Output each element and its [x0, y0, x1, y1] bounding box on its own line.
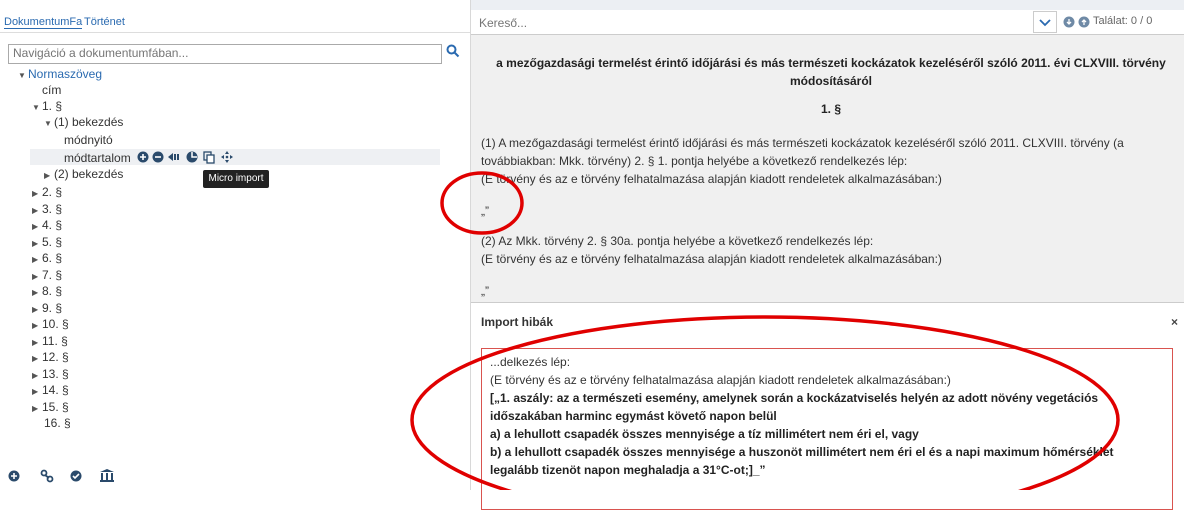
tab-dokumentumfa[interactable]: DokumentumFa — [4, 16, 83, 29]
node-action-buttons — [137, 150, 257, 164]
nav-search-box — [8, 44, 442, 64]
tree-node-section-label: 11. § — [42, 333, 68, 348]
tree-node-section-label: 13. § — [42, 366, 69, 381]
paragraph-1-line2: továbbiakban: Mkk. törvény) 2. § 1. pont… — [481, 154, 908, 168]
hit-counter: Találat: 0 / 0 — [1093, 15, 1153, 27]
paragraph-2-line2: (E törvény és az e törvény felhatalmazás… — [481, 252, 942, 266]
remove-circle-icon[interactable] — [152, 151, 164, 163]
split-icon[interactable] — [186, 151, 198, 163]
tab-tortenet[interactable]: Történet — [84, 16, 125, 28]
tree-node-section[interactable]: ▶ 14. § — [32, 382, 69, 398]
caret-down-icon: ▼ — [44, 119, 52, 128]
document-title-line1: a mezőgazdasági termelést érintő időjárá… — [496, 56, 1166, 70]
check-icon[interactable] — [70, 470, 82, 482]
next-hit-icon[interactable] — [1078, 16, 1090, 28]
tree-node-root[interactable]: ▼ Normaszöveg — [18, 66, 102, 82]
tree-node-section-label: 8. § — [42, 284, 63, 298]
left-panel: DokumentumFa Történet ▼Normaszöveg cím ▼… — [0, 0, 471, 490]
import-errors-panel: Import hibák × ...delkezés lép: (E törvé… — [471, 302, 1184, 510]
tree-node-section-label: 9. § — [42, 300, 63, 315]
search-nav-buttons — [1063, 16, 1090, 28]
tree-node-section[interactable]: ▶ 4. § — [32, 217, 62, 233]
tree-node-section[interactable]: ▶ 5. § — [32, 234, 62, 250]
error-line: időszakában harminc egymást követő napon… — [490, 409, 777, 423]
error-line: b) a lehullott csapadék összes mennyiség… — [490, 445, 1114, 459]
import-errors-title: Import hibák — [481, 315, 554, 329]
search-bar: Találat: 0 / 0 — [471, 10, 1184, 35]
search-input[interactable] — [477, 13, 1021, 33]
tree-node-section[interactable]: ▶ 8. § — [32, 283, 62, 299]
tree-node-par2[interactable]: ▶ (2) bekezdés — [44, 166, 123, 182]
tree-node-cim[interactable]: cím — [42, 82, 61, 98]
tree-node-section-label: 15. § — [42, 399, 69, 414]
tree-node-section-label: 6. § — [42, 251, 63, 265]
tree-node-section-label: 4. § — [42, 218, 63, 232]
error-line: (E törvény és az e törvény felhatalmazás… — [490, 373, 951, 387]
section-heading: 1. § — [820, 102, 841, 116]
move-icon[interactable] — [221, 151, 233, 163]
document-title: a mezőgazdasági termelést érintő időjárá… — [481, 54, 1181, 90]
document-view: a mezőgazdasági termelést érintő időjárá… — [481, 44, 1181, 300]
tree-node-section[interactable]: ▶ 2. § — [32, 184, 62, 200]
caret-down-icon: ▼ — [32, 103, 40, 112]
right-panel: Találat: 0 / 0 a mezőgazdasági termelést… — [471, 10, 1184, 510]
tree-node-section[interactable]: ▶ 6. § — [32, 250, 62, 266]
tree-node-section[interactable]: ▶ 13. § — [32, 366, 69, 382]
tree-node-section-label: 12. § — [42, 350, 69, 364]
error-line: a) a lehullott csapadék összes mennyiség… — [490, 427, 919, 441]
tree-node-section[interactable]: 16. § — [44, 415, 71, 431]
search-icon[interactable] — [446, 44, 460, 58]
tree-node-section-label: 7. § — [42, 267, 63, 282]
error-line: legalább tizenöt napon meghaladja a 31°C… — [490, 463, 766, 477]
paragraph-1-line1: (1) A mezőgazdasági termelést érintő idő… — [481, 136, 1124, 150]
tree-node-section[interactable]: ▶ 7. § — [32, 267, 62, 283]
close-icon[interactable]: × — [1171, 315, 1178, 329]
prev-hit-icon[interactable] — [1063, 16, 1075, 28]
add-icon[interactable] — [8, 470, 20, 482]
tree-node-modnyito[interactable]: módnyitó — [64, 132, 113, 148]
bottom-toolbar — [0, 466, 200, 486]
chevron-down-icon — [1039, 19, 1051, 27]
nav-search-input[interactable] — [9, 45, 433, 61]
micro-import-tooltip: Micro import — [203, 170, 269, 188]
caret-right-icon: ▶ — [44, 171, 51, 180]
caret-right-icon: ▶ — [32, 403, 39, 413]
document-title-line2: módosításáról — [789, 74, 873, 88]
tree-node-section-label: 5. § — [42, 234, 63, 249]
tree-node-section-label: 16. § — [44, 416, 71, 430]
error-line: [„1. aszály: az a természeti esemény, am… — [490, 391, 1099, 405]
tree-node-section-label: 3. § — [42, 201, 63, 216]
paragraph-1-line3: (E törvény és az e törvény felhatalmazás… — [481, 172, 942, 186]
empty-quote-2: „” — [481, 284, 489, 298]
tree-node-section[interactable]: ▶ 15. § — [32, 399, 69, 415]
paragraph-2-line1: (2) Az Mkk. törvény 2. § 30a. pontja hel… — [481, 234, 874, 248]
tree-node-section[interactable]: ▶ 11. § — [32, 333, 68, 349]
import-error-box: ...delkezés lép: (E törvény és az e törv… — [481, 348, 1173, 510]
move-left-icon[interactable] — [168, 153, 179, 161]
add-circle-icon[interactable] — [137, 151, 149, 163]
institution-icon[interactable] — [100, 469, 114, 482]
tree-node-section-label: 2. § — [42, 185, 63, 199]
tree-node-modtartalom[interactable]: módtartalom — [64, 150, 131, 166]
copy-icon[interactable] — [203, 151, 215, 164]
tree-node-section-label: 14. § — [42, 383, 69, 397]
tree-node-section[interactable]: ▶ 12. § — [32, 349, 69, 365]
link-icon[interactable] — [40, 469, 54, 483]
tree-node-section[interactable]: ▶ 3. § — [32, 201, 62, 217]
tree-node-section-label: 10. § — [42, 317, 69, 331]
search-dropdown[interactable] — [1033, 11, 1057, 33]
caret-down-icon: ▼ — [18, 71, 26, 80]
tree-node-section[interactable]: ▶ 9. § — [32, 300, 62, 316]
tree-node-par1[interactable]: ▼ (1) bekezdés — [44, 114, 123, 130]
tree-node-sec1[interactable]: ▼ 1. § — [32, 98, 62, 114]
error-line: ...delkezés lép: — [490, 355, 571, 369]
tree-node-section[interactable]: ▶ 10. § — [32, 316, 69, 332]
left-tabs: DokumentumFa Történet — [0, 10, 470, 33]
empty-quote-1: „” — [481, 204, 489, 218]
